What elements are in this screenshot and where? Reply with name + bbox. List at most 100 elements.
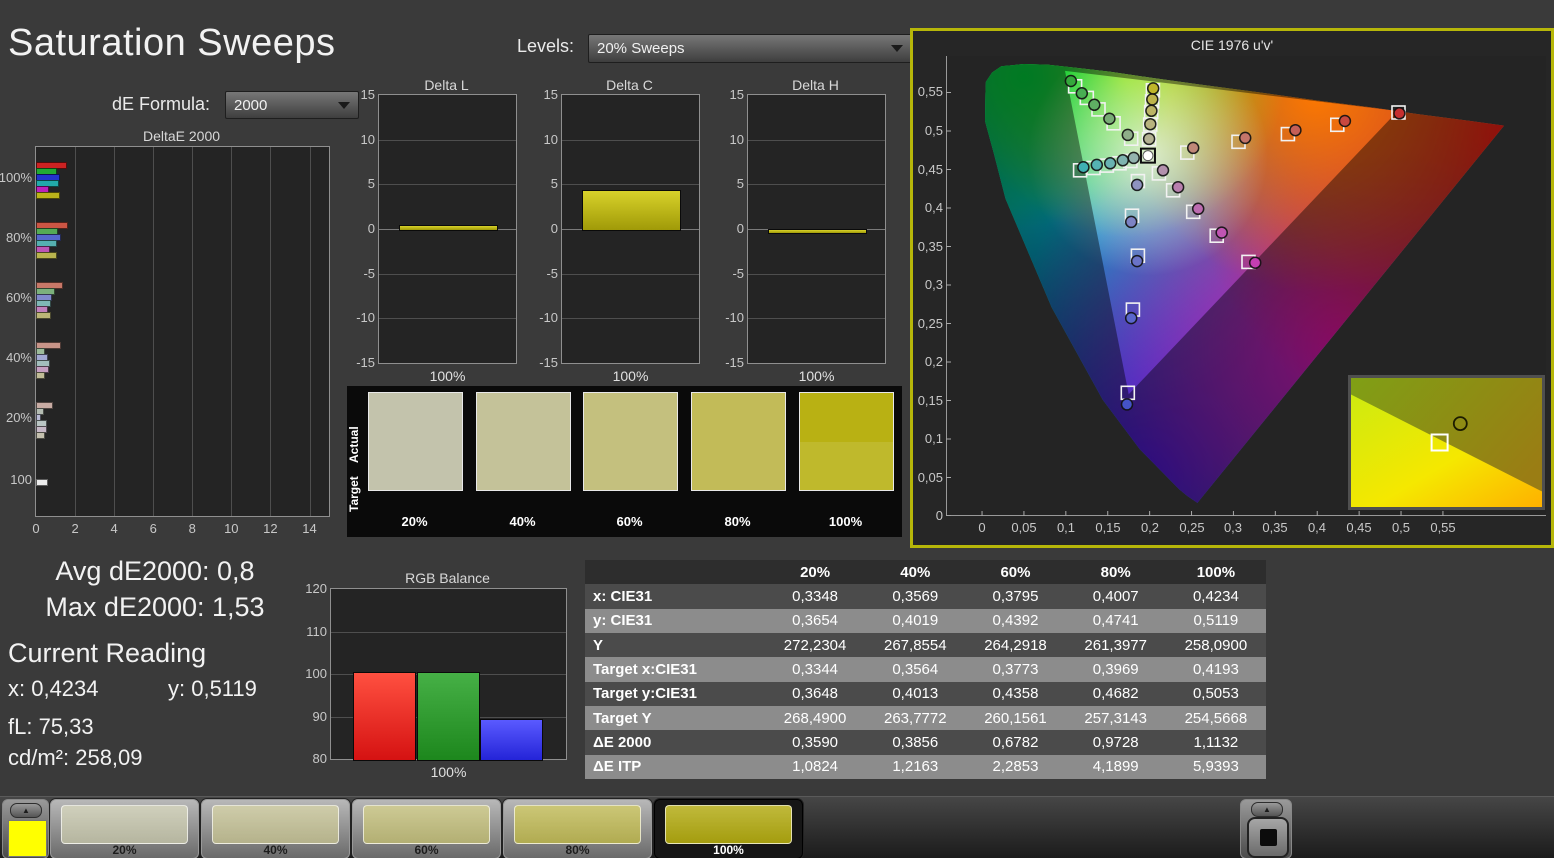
- cie-y-tick-label: 0,45: [917, 162, 943, 177]
- cie-x-tick-label: 0,5: [1391, 520, 1411, 535]
- y-tick-label: -15: [539, 355, 558, 370]
- y-tick-label: 5: [367, 176, 375, 192]
- y-group-label: 40%: [5, 350, 32, 365]
- patch-up-arrow-button[interactable]: ▲: [10, 803, 42, 818]
- table-cell: 0,4234: [1192, 587, 1239, 605]
- current-cdm2: cd/m²: 258,09: [8, 745, 143, 770]
- y-tick-label: 80: [312, 751, 327, 766]
- rgb-bar-blue: [480, 718, 543, 761]
- y-tick-label: -15: [356, 355, 375, 370]
- x-tick-label: 2: [71, 521, 79, 536]
- y-tick-label: -15: [725, 355, 744, 370]
- swatch-percent-label: 20%: [401, 514, 428, 529]
- patch-tile-100%[interactable]: 100%: [654, 799, 803, 858]
- row-label: Target Y: [593, 709, 652, 727]
- row-label: ΔE 2000: [593, 733, 652, 751]
- cie-y-tick-label: 0,5: [924, 123, 943, 138]
- patch-tile-20%[interactable]: 20%: [50, 799, 199, 858]
- row-label: Target x:CIE31: [593, 660, 697, 678]
- y-group-label: 60%: [5, 290, 32, 305]
- measured-point-blue: [1124, 215, 1138, 229]
- gridline: [114, 147, 116, 516]
- table-cell: 0,4019: [892, 612, 939, 630]
- y-tick-label: 0: [736, 221, 744, 236]
- measure-tile: ▲: [1240, 799, 1292, 858]
- cie-y-tick-label: 0,2: [924, 354, 943, 369]
- cie-y-tick-label: 0,35: [917, 239, 943, 254]
- tile-label: 60%: [414, 843, 439, 857]
- y-tick-label: 110: [306, 623, 327, 639]
- table-row: ΔE ITP 1,0824 1,2163 2,2853 4,1899 5,9393: [585, 754, 1266, 779]
- target-row-label: Target: [347, 476, 361, 512]
- x-tick-label: 6: [149, 521, 157, 536]
- rgb-balance-title: RGB Balance: [405, 570, 490, 586]
- table-cell: 0,4741: [1092, 612, 1139, 630]
- patch-tile-80%[interactable]: 80%: [503, 799, 652, 858]
- table-row: Y 272,2304 267,8554 264,2918 261,3977 258,090…: [585, 632, 1266, 658]
- gridline: [562, 318, 699, 320]
- delta-c-title: Delta C: [606, 77, 653, 93]
- y-tick-label: 5: [736, 176, 744, 192]
- bottom-bar: ▲ ▲ « Back Next » 20%40%60%80%100%■▶[-]∞…: [0, 796, 1554, 858]
- table-cell: 0,3795: [992, 587, 1039, 605]
- table-cell: 267,8554: [884, 636, 947, 654]
- deltae-bar-100%-5: [36, 191, 60, 199]
- tile-label: 80%: [565, 843, 590, 857]
- measured-point-blue: [1130, 178, 1144, 192]
- actual-swatch-half: [584, 393, 677, 442]
- delta-bar: [582, 190, 681, 231]
- cie-x-tick-label: 0: [978, 520, 986, 535]
- table-cell: 0,5053: [1192, 685, 1239, 703]
- measured-point-cyan: [1090, 158, 1104, 172]
- patch-tile-60%[interactable]: 60%: [352, 799, 501, 858]
- swatch-percent-label: 40%: [509, 514, 536, 529]
- x-category-label: 100%: [798, 368, 835, 384]
- gridline: [379, 318, 516, 320]
- measured-point-green: [1103, 112, 1116, 125]
- x-tick-label: 8: [188, 521, 196, 536]
- measured-point-blue: [1124, 311, 1138, 325]
- deltae-bar-60%-5: [36, 311, 51, 319]
- table-cell: 4,1899: [1092, 758, 1139, 776]
- cie-title: CIE 1976 u'v': [1190, 37, 1274, 53]
- measured-point-blue: [1120, 398, 1134, 411]
- measure-up-arrow-button[interactable]: ▲: [1251, 802, 1283, 817]
- cie-zoom-inset: [1348, 375, 1545, 510]
- de-formula-value: 2000: [234, 96, 268, 114]
- rgb-bar-green: [417, 671, 480, 761]
- cie-y-tick-label: 0,4: [924, 200, 943, 215]
- table-row: x: CIE31 0,3348 0,3569 0,3795 0,4007 0,4234: [585, 584, 1266, 609]
- deltae-bar-100-0: [36, 478, 48, 486]
- cie-y-tick-label: 0,15: [917, 393, 943, 408]
- table-cell: 272,2304: [783, 636, 847, 654]
- measured-point-yellow: [1145, 104, 1158, 118]
- cie-y-tick-label: 0,05: [917, 470, 943, 485]
- deltae-bar-40%-5: [36, 371, 45, 379]
- table-cell: 264,2918: [984, 636, 1047, 654]
- gridline: [153, 147, 155, 516]
- gridline: [231, 147, 233, 516]
- levels-dropdown[interactable]: 20% Sweeps: [588, 34, 912, 63]
- stop-measure-button[interactable]: [1247, 817, 1289, 858]
- measured-point-green: [1121, 128, 1135, 142]
- table-cell: 268,4900: [783, 709, 847, 727]
- delta-h-chart: 15 10 5 0 -5 -10 -15 100%: [725, 87, 886, 384]
- deltae-bar-20%-5: [36, 431, 45, 439]
- compare-swatch-20%: [368, 392, 463, 491]
- y-tick-label: -10: [356, 310, 375, 326]
- table-cell: 261,3977: [1084, 636, 1147, 654]
- patch-tile-40%[interactable]: 40%: [201, 799, 350, 858]
- y-tick-label: 90: [312, 708, 327, 724]
- app-window: Saturation Sweeps dE Formula: 2000 Level…: [0, 0, 1554, 858]
- measured-point-magenta: [1248, 256, 1262, 269]
- max-de2000: Max dE2000: 1,53: [45, 592, 265, 622]
- current-y: y: 0,5119: [168, 676, 257, 701]
- deltae-chart-title: DeltaE 2000: [142, 128, 221, 144]
- tile-label: 20%: [112, 843, 137, 857]
- actual-target-swatch-panel: Actual Target 20% 40% 60% 80% 100%: [347, 386, 902, 537]
- de-formula-dropdown[interactable]: 2000: [225, 91, 359, 119]
- y-group-label: 20%: [5, 410, 32, 425]
- measured-point-magenta: [1171, 180, 1185, 194]
- gridline: [75, 147, 77, 516]
- cie-x-tick-label: 0,2: [1140, 520, 1160, 535]
